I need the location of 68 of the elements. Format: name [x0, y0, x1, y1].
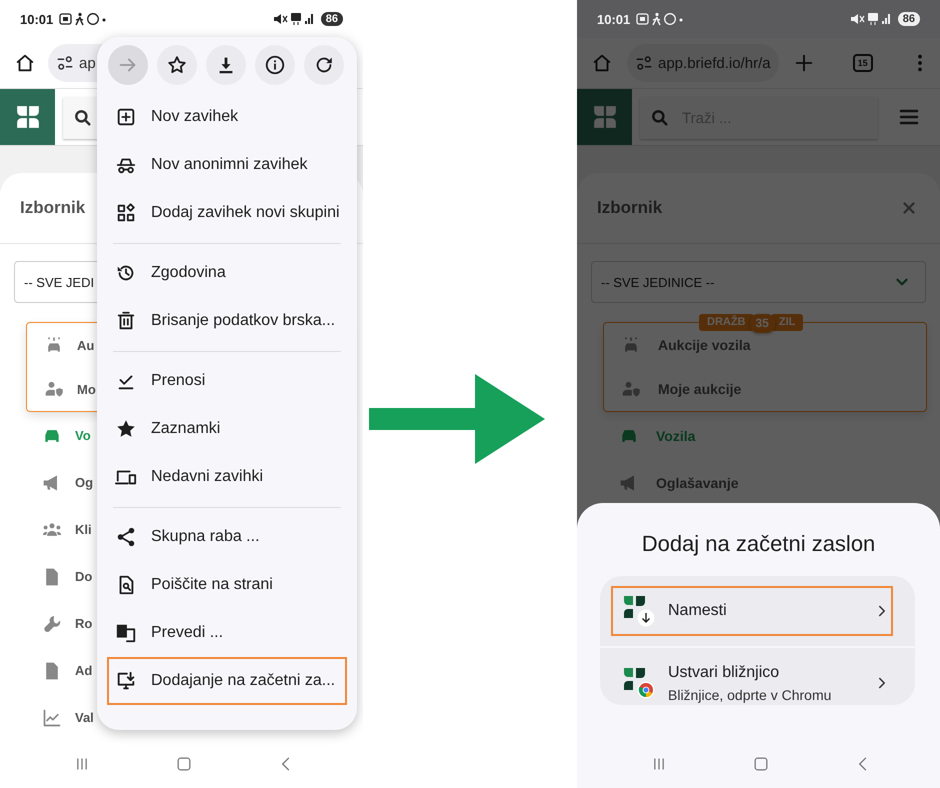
notification-icons-drawing: [59, 12, 108, 26]
nav-item[interactable]: Do: [75, 569, 92, 584]
clock-time: 10:01: [20, 12, 54, 26]
app-shortcut-icon: [623, 667, 655, 699]
reload-button[interactable]: [304, 45, 344, 85]
option-subtitle: Bližnjice, odprte v Chromu: [668, 686, 832, 702]
battery-level: 86: [320, 12, 343, 26]
search-icon: [650, 108, 670, 128]
nav-item[interactable]: Vo: [75, 428, 91, 443]
nav-item[interactable]: Mo: [77, 382, 96, 396]
group-label: ZIL: [770, 314, 804, 331]
translate-icon: [115, 622, 137, 644]
menu-item[interactable]: Prevedi ...: [107, 609, 347, 657]
nav-item[interactable]: Og: [75, 475, 94, 490]
search-icon: [73, 108, 93, 128]
menu-item[interactable]: Zgodovina: [107, 249, 347, 297]
nav-item[interactable]: Ad: [75, 663, 92, 678]
option-title: Namesti: [668, 602, 728, 620]
add-to-home-icon: [115, 670, 137, 692]
option-title: Ustvari bližnjico: [668, 664, 780, 682]
signal-icons-drawing: [850, 12, 892, 26]
app-install-icon: [623, 595, 655, 627]
sliders-icon: [56, 54, 74, 72]
count-badge: 35: [750, 314, 775, 333]
arrow-right-icon: [369, 374, 545, 464]
logo-icon: [14, 104, 40, 130]
nav-item[interactable]: Val: [75, 710, 94, 725]
share-icon: [115, 526, 137, 548]
panel-title: Izbornik: [20, 198, 86, 218]
logo-tile[interactable]: [577, 89, 632, 145]
user-shield-icon: [44, 379, 64, 399]
star-button[interactable]: [157, 45, 197, 85]
menu-item[interactable]: Skupna raba ...: [107, 513, 347, 561]
info-button[interactable]: [255, 45, 295, 85]
logo-tile[interactable]: [0, 89, 55, 145]
wrench-icon: [42, 614, 62, 634]
menu-item[interactable]: Nedavni zavihki: [107, 453, 347, 501]
signal-icons-drawing: [272, 12, 315, 26]
clock-time: 10:01: [597, 12, 630, 26]
menu-item[interactable]: Dodajanje na začetni za...: [107, 657, 347, 705]
sliders-icon: [635, 54, 653, 72]
battery-level: 86: [898, 12, 920, 26]
info-icon: [264, 54, 286, 76]
chart-icon: [42, 708, 62, 728]
notification-icons-drawing: [636, 12, 684, 26]
logo-icon: [592, 104, 618, 130]
menu-item[interactable]: Nov anonimni zavihek: [107, 141, 347, 189]
nav-item[interactable]: Kli: [75, 522, 92, 537]
home-icon[interactable]: [14, 52, 36, 74]
download-button[interactable]: [206, 45, 246, 85]
tab-group-icon: [115, 202, 137, 224]
menu-item[interactable]: Nov zavihek: [107, 93, 347, 141]
menu-item[interactable]: Dodaj zavihek novi skupini: [107, 189, 347, 237]
panel-title: Izbornik: [597, 198, 662, 218]
option-row[interactable]: Ustvari bližnjico Bližnjice, odprte v Chromu: [611, 658, 893, 708]
user-shield-icon: [621, 379, 641, 399]
nav-item[interactable]: Ro: [75, 616, 92, 631]
nav-item[interactable]: Au: [77, 338, 94, 352]
trash-icon: [115, 310, 137, 332]
star-icon: [166, 54, 188, 76]
group-label: DRAŽB: [699, 314, 754, 331]
menu-item[interactable]: Poiščite na strani: [107, 561, 347, 609]
menu-item[interactable]: Zaznamki: [107, 405, 347, 453]
menu-item[interactable]: Prenosi: [107, 357, 347, 405]
plus-square-icon: [115, 106, 137, 128]
sheet-title: Dodaj na začetni zaslon: [640, 530, 876, 558]
option-row[interactable]: Namesti: [611, 586, 893, 636]
menu-item[interactable]: Brisanje podatkov brska...: [107, 297, 347, 345]
